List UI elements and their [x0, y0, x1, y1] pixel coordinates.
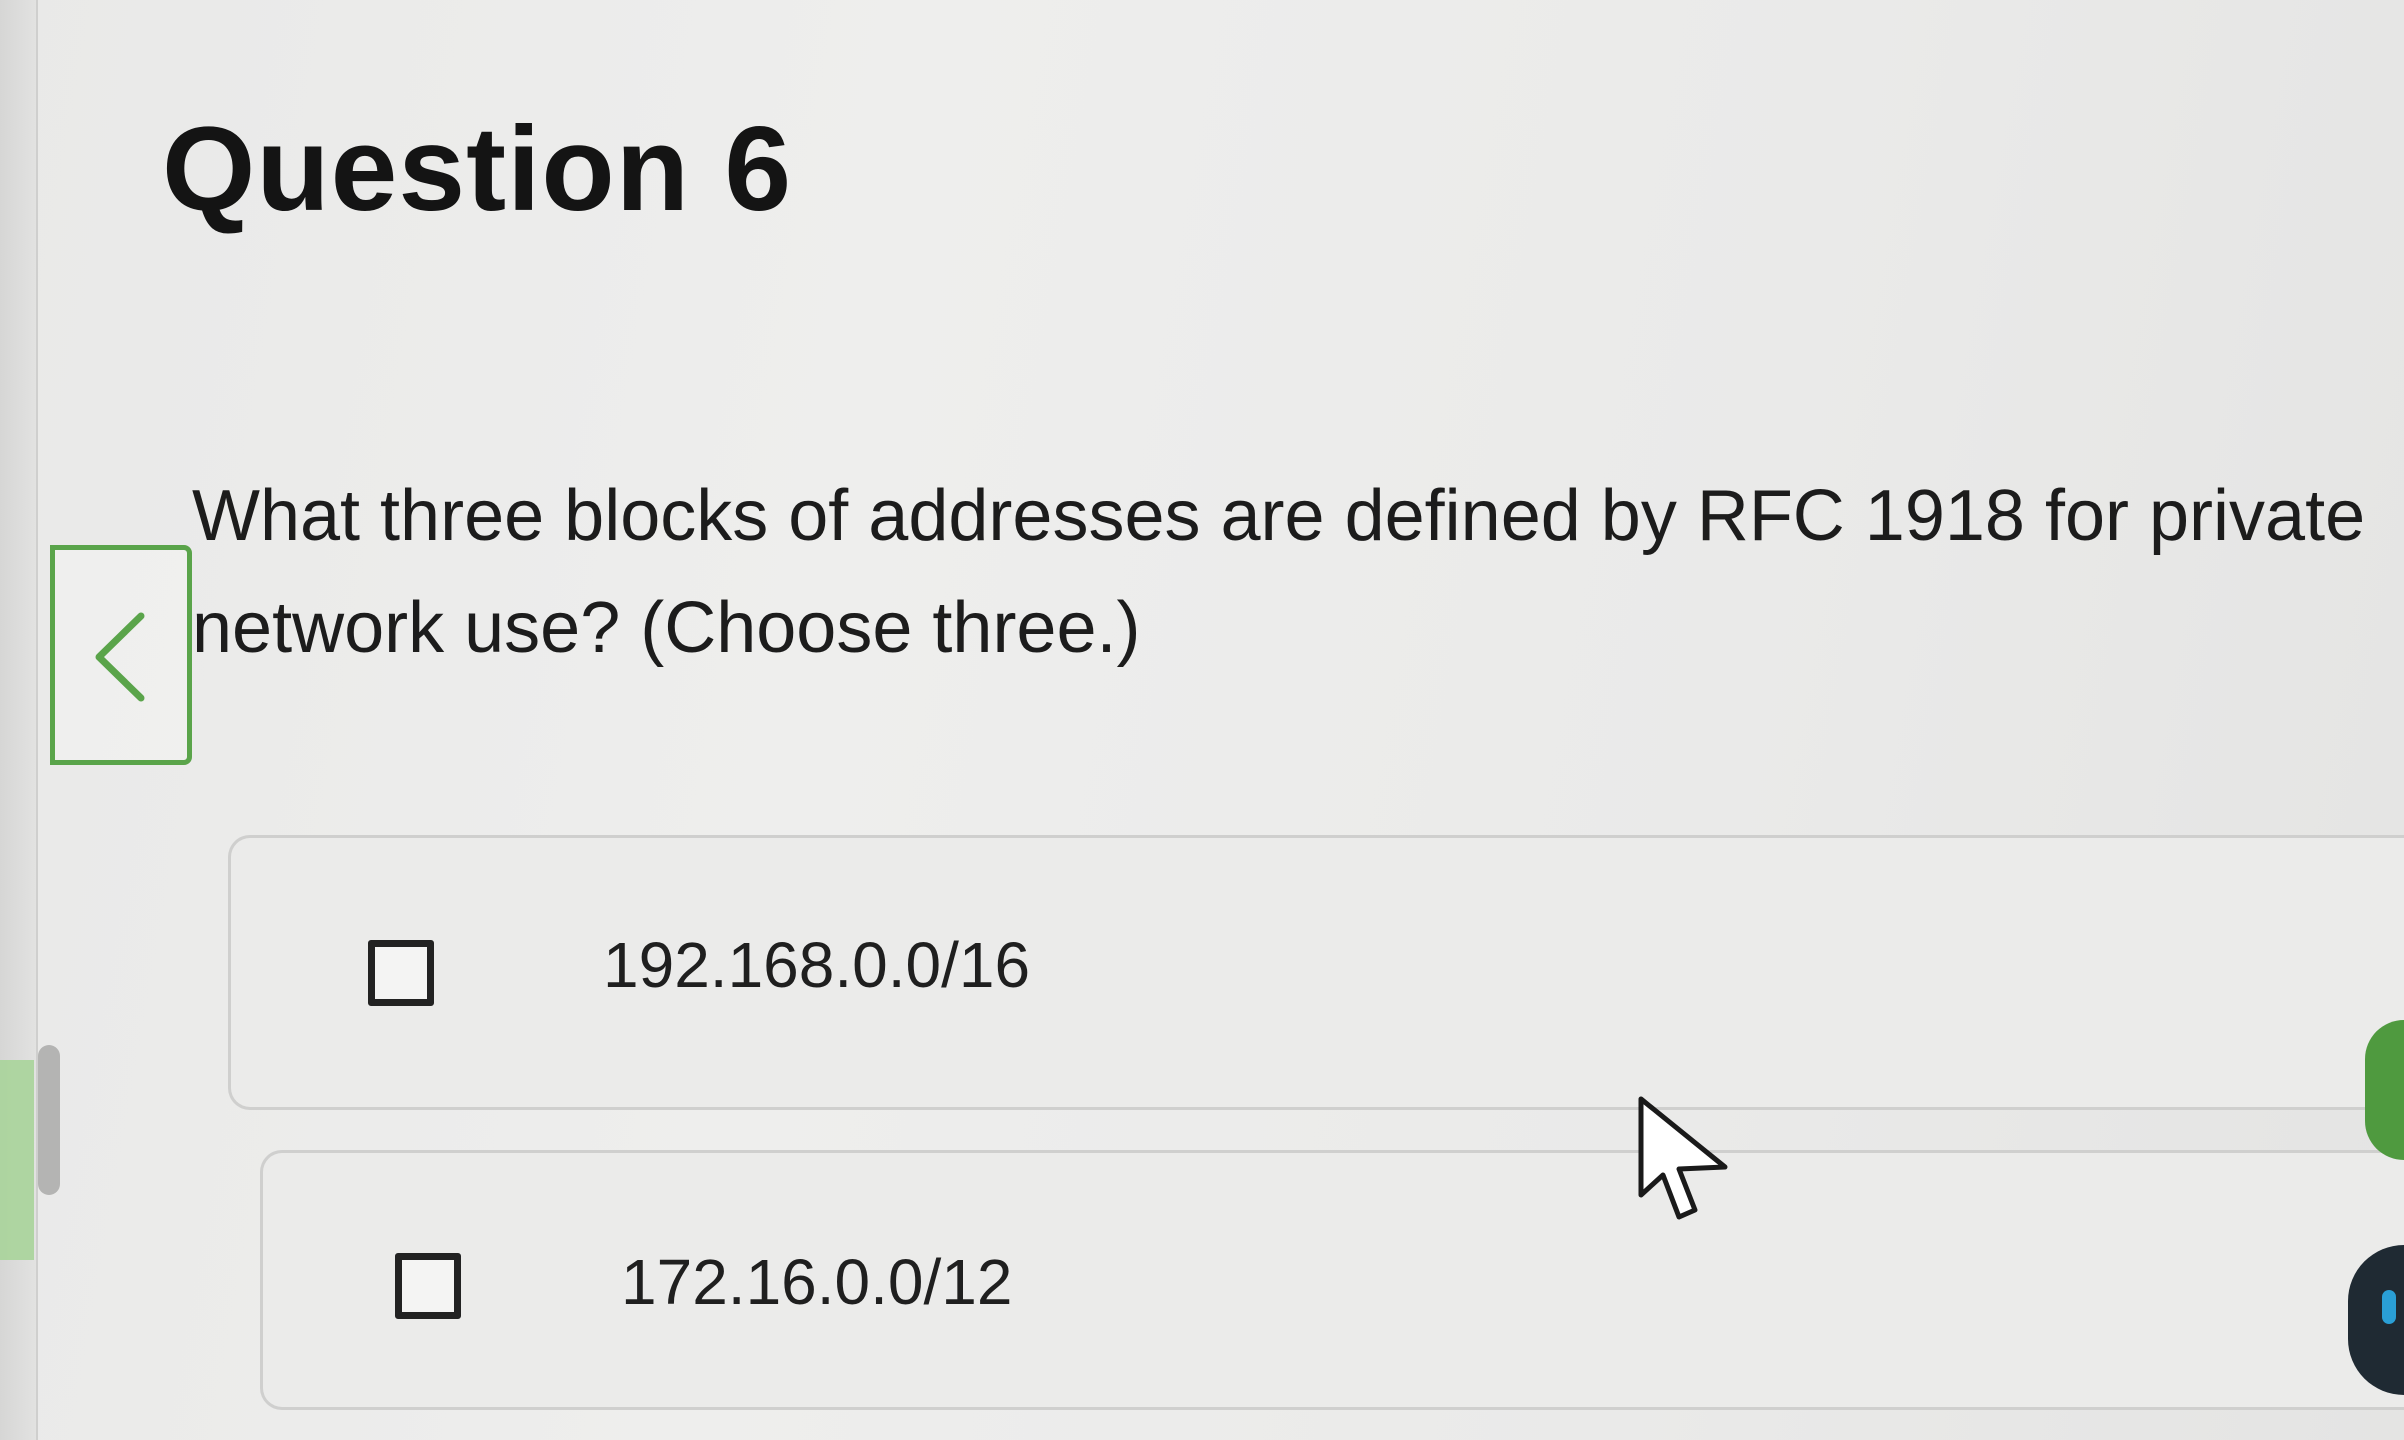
- floating-help-button[interactable]: [2365, 1020, 2404, 1160]
- collapse-nav-button[interactable]: [50, 545, 192, 765]
- answer-option-label: 172.16.0.0/12: [621, 1246, 1013, 1318]
- answer-option[interactable]: 192.168.0.0/16: [228, 835, 2404, 1110]
- left-rail-highlight: [0, 1060, 34, 1260]
- page-title: Question 6: [162, 102, 793, 236]
- answer-option-label: 192.168.0.0/16: [603, 929, 1031, 1001]
- mouse-pointer-icon: [1638, 1096, 1728, 1220]
- question-text: What three blocks of addresses are defin…: [192, 476, 2366, 668]
- answer-checkbox[interactable]: [395, 1253, 461, 1319]
- answer-checkbox[interactable]: [368, 940, 434, 1006]
- answer-option[interactable]: 172.16.0.0/12: [260, 1150, 2404, 1410]
- scrollbar-thumb[interactable]: [38, 1045, 60, 1195]
- chevron-left-icon: [95, 612, 145, 702]
